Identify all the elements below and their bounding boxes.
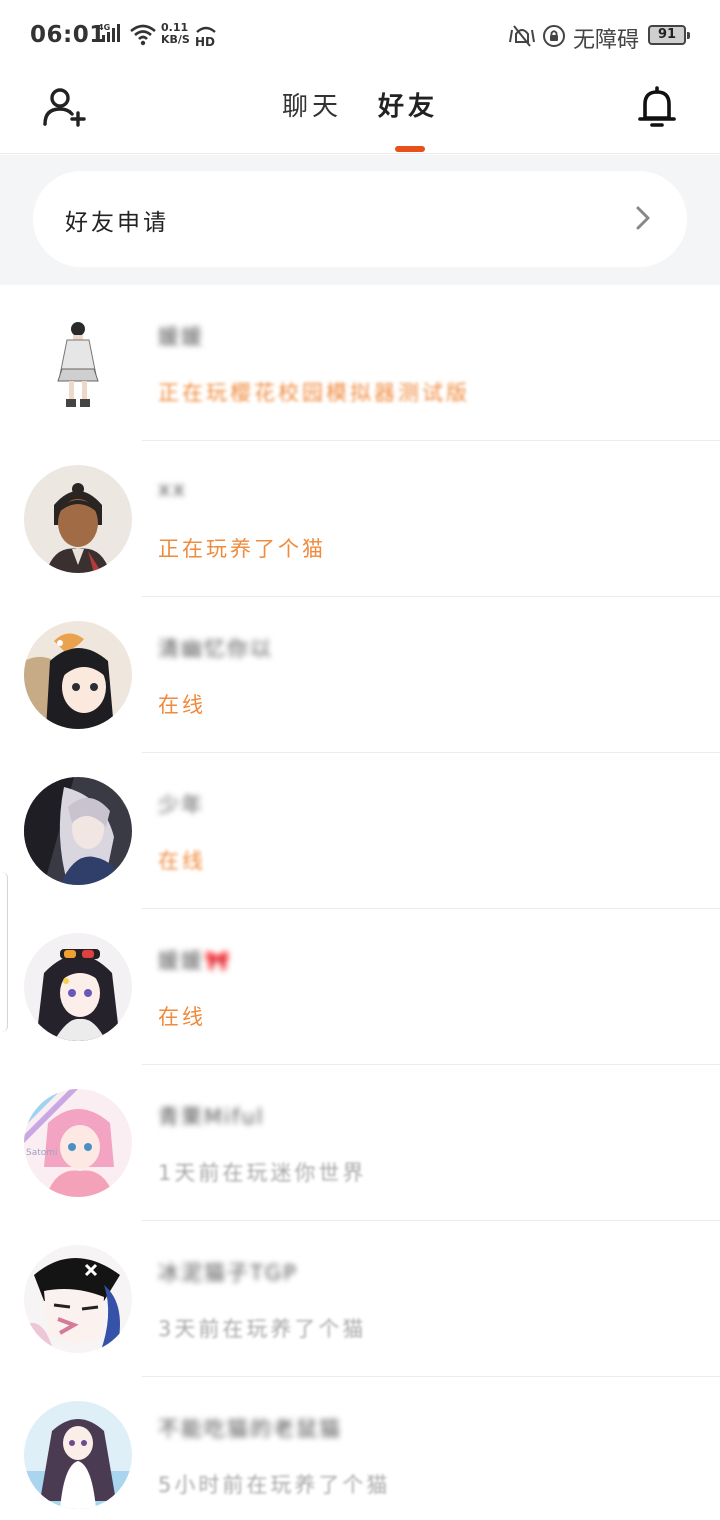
network-speed-unit: KB/S [161, 33, 190, 46]
notifications-button[interactable] [632, 82, 682, 132]
bell-icon [638, 86, 676, 127]
accessibility-label: 无障碍 [573, 28, 640, 53]
network-speed: 0.11 KB/S [161, 22, 190, 46]
tab-bar: 聊天 好友 [270, 86, 460, 152]
tab-chat[interactable]: 聊天 [282, 86, 342, 123]
svg-text:HD: HD [195, 35, 215, 48]
friend-name: 青栗Miful [158, 1105, 265, 1129]
friend-list-item[interactable]: 清幽忆你以 在线 [0, 597, 720, 753]
friend-name: 媛媛🎀 [158, 949, 233, 973]
avatar [24, 1401, 132, 1509]
friend-list: 媛媛 正在玩樱花校园模拟器测试版 xx 正在玩养了个猫 清幽忆你以 在线 少年 … [0, 285, 720, 1520]
friend-status: 5小时前在玩养了个猫 [158, 1473, 391, 1497]
avatar [24, 1245, 132, 1353]
hd-icon: HD [194, 24, 218, 52]
friend-request-label: 好友申请 [65, 210, 169, 236]
friend-list-item[interactable]: 冰泥猫子TGP 3天前在玩养了个猫 [0, 1221, 720, 1377]
avatar: Satomi [24, 1089, 132, 1197]
status-bar: 06:01 4G 0.11 KB/S HD 无障碍 91 [0, 0, 720, 72]
add-user-icon [43, 88, 86, 127]
friend-name: 清幽忆你以 [158, 637, 273, 661]
cellular-signal-icon: 4G [98, 22, 124, 48]
friend-request-button[interactable]: 好友申请 [33, 171, 687, 267]
avatar [24, 465, 132, 573]
friend-name: xx [158, 477, 187, 501]
svg-text:4G: 4G [98, 23, 110, 32]
wifi-icon [130, 24, 156, 50]
battery-indicator: 91 [648, 25, 690, 45]
avatar [24, 933, 132, 1041]
friend-name: 少年 [158, 793, 204, 817]
friend-list-item[interactable]: Satomi 青栗Miful 1天前在玩迷你世界 [0, 1065, 720, 1221]
friend-name: 不能吃猫的老鼠猫 [158, 1417, 342, 1441]
add-friend-button[interactable] [40, 82, 90, 132]
avatar [24, 309, 132, 417]
friend-request-section: 好友申请 [0, 155, 720, 285]
friend-list-item[interactable]: 少年 在线 [0, 753, 720, 909]
tab-friends[interactable]: 好友 [378, 86, 438, 123]
friend-name: 冰泥猫子TGP [158, 1261, 298, 1285]
friend-status: 3天前在玩养了个猫 [158, 1317, 367, 1341]
status-time: 06:01 [30, 22, 106, 48]
friend-status: 1天前在玩迷你世界 [158, 1161, 367, 1185]
avatar [24, 777, 132, 885]
friend-list-item[interactable]: 不能吃猫的老鼠猫 5小时前在玩养了个猫 [0, 1377, 720, 1520]
friend-list-item[interactable]: 媛媛 正在玩樱花校园模拟器测试版 [0, 285, 720, 441]
friend-name: 媛媛 [158, 325, 204, 349]
friend-status: 在线 [158, 849, 206, 873]
avatar [24, 621, 132, 729]
vibrate-icon [508, 24, 536, 52]
friend-status: 在线 [158, 693, 206, 717]
friend-status: 正在玩养了个猫 [158, 537, 326, 561]
edge-swipe-handle[interactable] [0, 872, 8, 1032]
friend-status: 在线 [158, 1005, 206, 1029]
top-nav-bar: 聊天 好友 [0, 72, 720, 154]
friend-list-item[interactable]: 媛媛🎀 在线 [0, 909, 720, 1065]
active-tab-indicator [395, 146, 425, 152]
svg-text:Satomi: Satomi [26, 1148, 58, 1158]
friend-status: 正在玩樱花校园模拟器测试版 [158, 381, 470, 405]
rotation-lock-icon [542, 24, 566, 52]
friend-list-item[interactable]: xx 正在玩养了个猫 [0, 441, 720, 597]
chevron-right-icon [635, 205, 651, 235]
